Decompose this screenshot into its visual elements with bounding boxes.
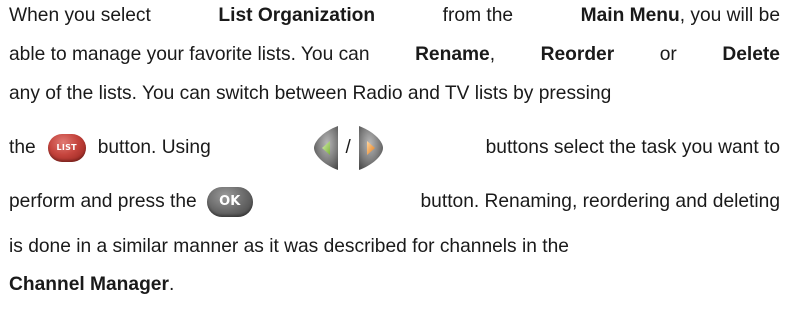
bold-term: List Organization [218, 5, 376, 26]
text-line-2: able to manage your favorite lists. You … [9, 43, 780, 67]
word: perform and press the [9, 191, 197, 212]
phrase: Rename, [415, 43, 495, 67]
word: any of the lists. You can switch between… [9, 83, 612, 104]
word: able to manage your favorite lists. You … [9, 44, 370, 65]
word: , [489, 44, 496, 65]
slash-separator: / [345, 137, 351, 158]
word: . [168, 274, 175, 295]
ok-button-icon: OK [206, 187, 253, 217]
text-line-5: perform and press the OK button. Renamin… [9, 186, 780, 218]
text-line-1: When you select List Organization from t… [9, 4, 780, 28]
text-line-3: any of the lists. You can switch between… [9, 82, 780, 106]
text-line-4: the LIST button. Using / buttons select … [9, 124, 780, 172]
bold-term: Main Menu [580, 5, 680, 26]
word: from the [442, 5, 514, 26]
text-line-6: is done in a similar manner as it was de… [9, 235, 780, 259]
left-arrow-icon [313, 126, 338, 170]
word: button. Using [97, 137, 211, 158]
bold-term: Rename [415, 44, 490, 65]
word: buttons select the task you want to [485, 137, 780, 158]
word: button. Renaming, reordering and deletin… [420, 191, 780, 212]
word: , you will be [679, 5, 780, 26]
list-button-icon: LIST [47, 134, 86, 162]
arrow-buttons: / [308, 124, 389, 172]
word: When you select [9, 5, 151, 26]
right-arrow-icon [358, 126, 383, 170]
phrase: perform and press the OK [9, 187, 253, 217]
phrase: the LIST button. Using [9, 134, 211, 162]
bold-term: Reorder [540, 44, 615, 65]
manual-page: When you select List Organization from t… [0, 0, 787, 331]
word: the [9, 137, 36, 158]
bold-term: Channel Manager [9, 274, 169, 295]
text-line-7: Channel Manager. [9, 273, 780, 297]
word: or [659, 44, 677, 65]
phrase: Main Menu, you will be [581, 4, 780, 28]
bold-term: Delete [722, 44, 780, 65]
word: is done in a similar manner as it was de… [9, 236, 569, 257]
